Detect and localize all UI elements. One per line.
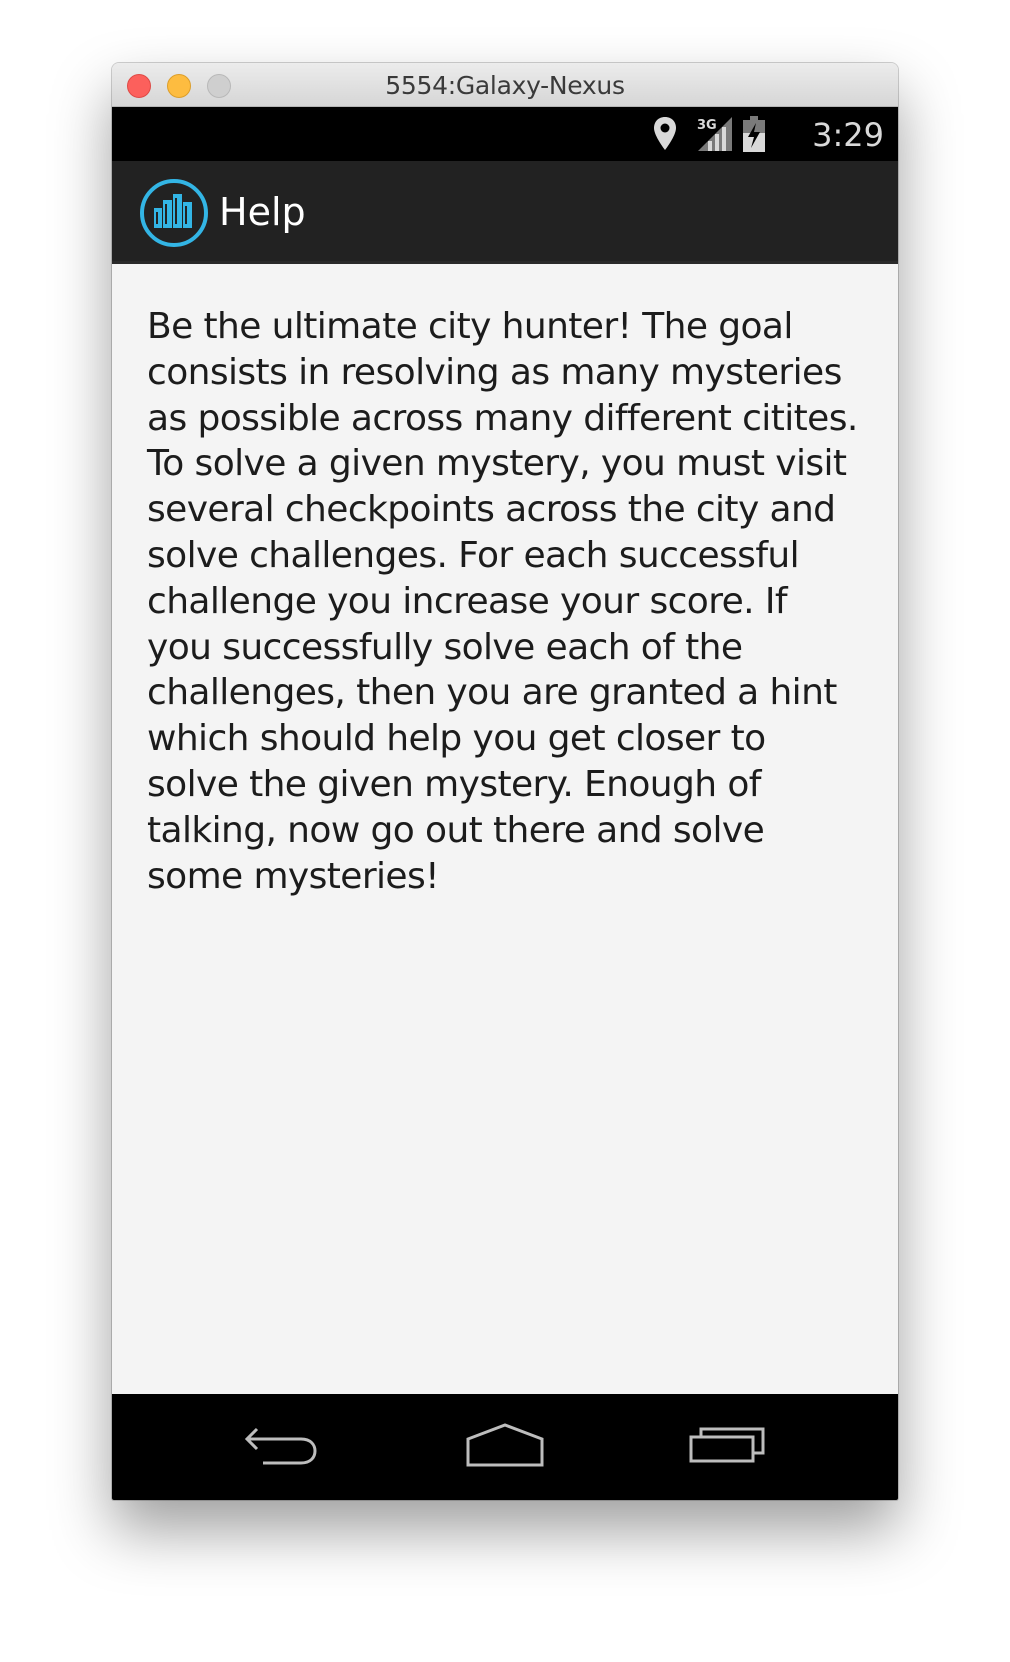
- battery-icon: [743, 116, 765, 152]
- location-icon: [654, 117, 676, 150]
- page-title: Help: [219, 190, 306, 234]
- emulator-window: 5554:Galaxy-Nexus 3G 3:29 Help Be the ul…: [112, 63, 898, 1500]
- back-button[interactable]: [233, 1416, 333, 1476]
- help-description: Be the ultimate city hunter! The goal co…: [147, 306, 858, 897]
- home-button[interactable]: [455, 1416, 555, 1476]
- window-title: 5554:Galaxy-Nexus: [385, 71, 625, 100]
- action-bar: Help: [112, 161, 898, 264]
- recent-apps-button[interactable]: [677, 1416, 777, 1476]
- status-time: 3:29: [812, 116, 884, 154]
- network-type-label: 3G: [697, 118, 717, 133]
- network-3g-icon: 3G: [697, 117, 732, 151]
- recent-apps-icon: [689, 1427, 765, 1463]
- home-icon: [466, 1423, 544, 1467]
- android-status-bar: 3G 3:29: [112, 107, 898, 161]
- android-navigation-bar: [112, 1394, 898, 1500]
- help-content: Be the ultimate city hunter! The goal co…: [112, 264, 898, 1394]
- city-buildings-icon[interactable]: [139, 178, 209, 248]
- back-icon: [244, 1427, 317, 1465]
- window-titlebar[interactable]: 5554:Galaxy-Nexus: [112, 63, 898, 107]
